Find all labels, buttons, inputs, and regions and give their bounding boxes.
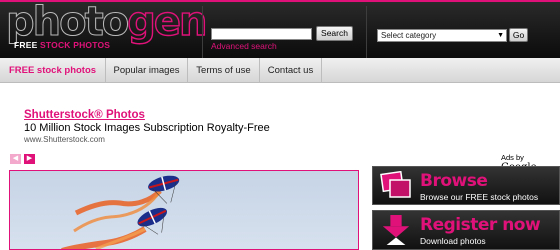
advanced-search-link[interactable]: Advanced search: [211, 41, 277, 51]
nav-item-terms-of-use[interactable]: Terms of use: [188, 58, 260, 83]
page: photogen FREE STOCK PHOTOS Search Advanc…: [0, 0, 560, 250]
browse-box[interactable]: Browse Browse our FREE stock photos: [372, 166, 560, 205]
chevron-left-icon[interactable]: ◀: [10, 154, 21, 164]
chevron-down-icon: ▼: [497, 32, 504, 39]
nav-item-contact-us[interactable]: Contact us: [260, 58, 322, 83]
logo[interactable]: photogen FREE STOCK PHOTOS: [5, 0, 208, 56]
ad-description: 10 Million Stock Images Subscription Roy…: [24, 122, 270, 134]
ad-title-link[interactable]: Shutterstock® Photos: [24, 109, 145, 121]
chevron-right-icon[interactable]: ▶: [24, 154, 35, 164]
main-nav: FREE stock photos Popular images Terms o…: [0, 58, 560, 83]
header-divider: [202, 6, 203, 58]
browse-subtitle: Browse our FREE stock photos: [420, 192, 539, 202]
nav-item-popular-images[interactable]: Popular images: [106, 58, 188, 83]
ads-by-prefix: Ads by: [501, 153, 524, 162]
category-select-value: Select category: [381, 31, 437, 40]
logo-wordmark-right: gen: [127, 0, 209, 46]
photos-icon: [380, 171, 411, 198]
logo-tagline-left: FREE: [14, 40, 38, 50]
nav-item-free-stock-photos[interactable]: FREE stock photos: [0, 58, 106, 83]
register-box[interactable]: Register now Download photos: [372, 210, 560, 250]
go-button[interactable]: Go: [509, 28, 528, 42]
register-title: Register now: [420, 215, 541, 235]
logo-tagline: FREE STOCK PHOTOS: [14, 40, 110, 50]
logo-tagline-right: STOCK PHOTOS: [40, 40, 111, 50]
download-arrow-icon: [382, 215, 410, 245]
register-subtitle: Download photos: [420, 236, 486, 246]
featured-photo[interactable]: [9, 170, 359, 250]
search-input[interactable]: [211, 28, 312, 40]
header-divider: [366, 6, 367, 58]
logo-wordmark-left: photo: [5, 0, 129, 46]
parachute-image: [61, 175, 180, 249]
browse-title: Browse: [420, 171, 488, 191]
ad-url[interactable]: www.Shutterstock.com: [24, 135, 105, 144]
category-select[interactable]: Select category ▼: [377, 29, 507, 42]
search-button[interactable]: Search: [316, 26, 353, 41]
header: photogen FREE STOCK PHOTOS Search Advanc…: [0, 0, 560, 58]
